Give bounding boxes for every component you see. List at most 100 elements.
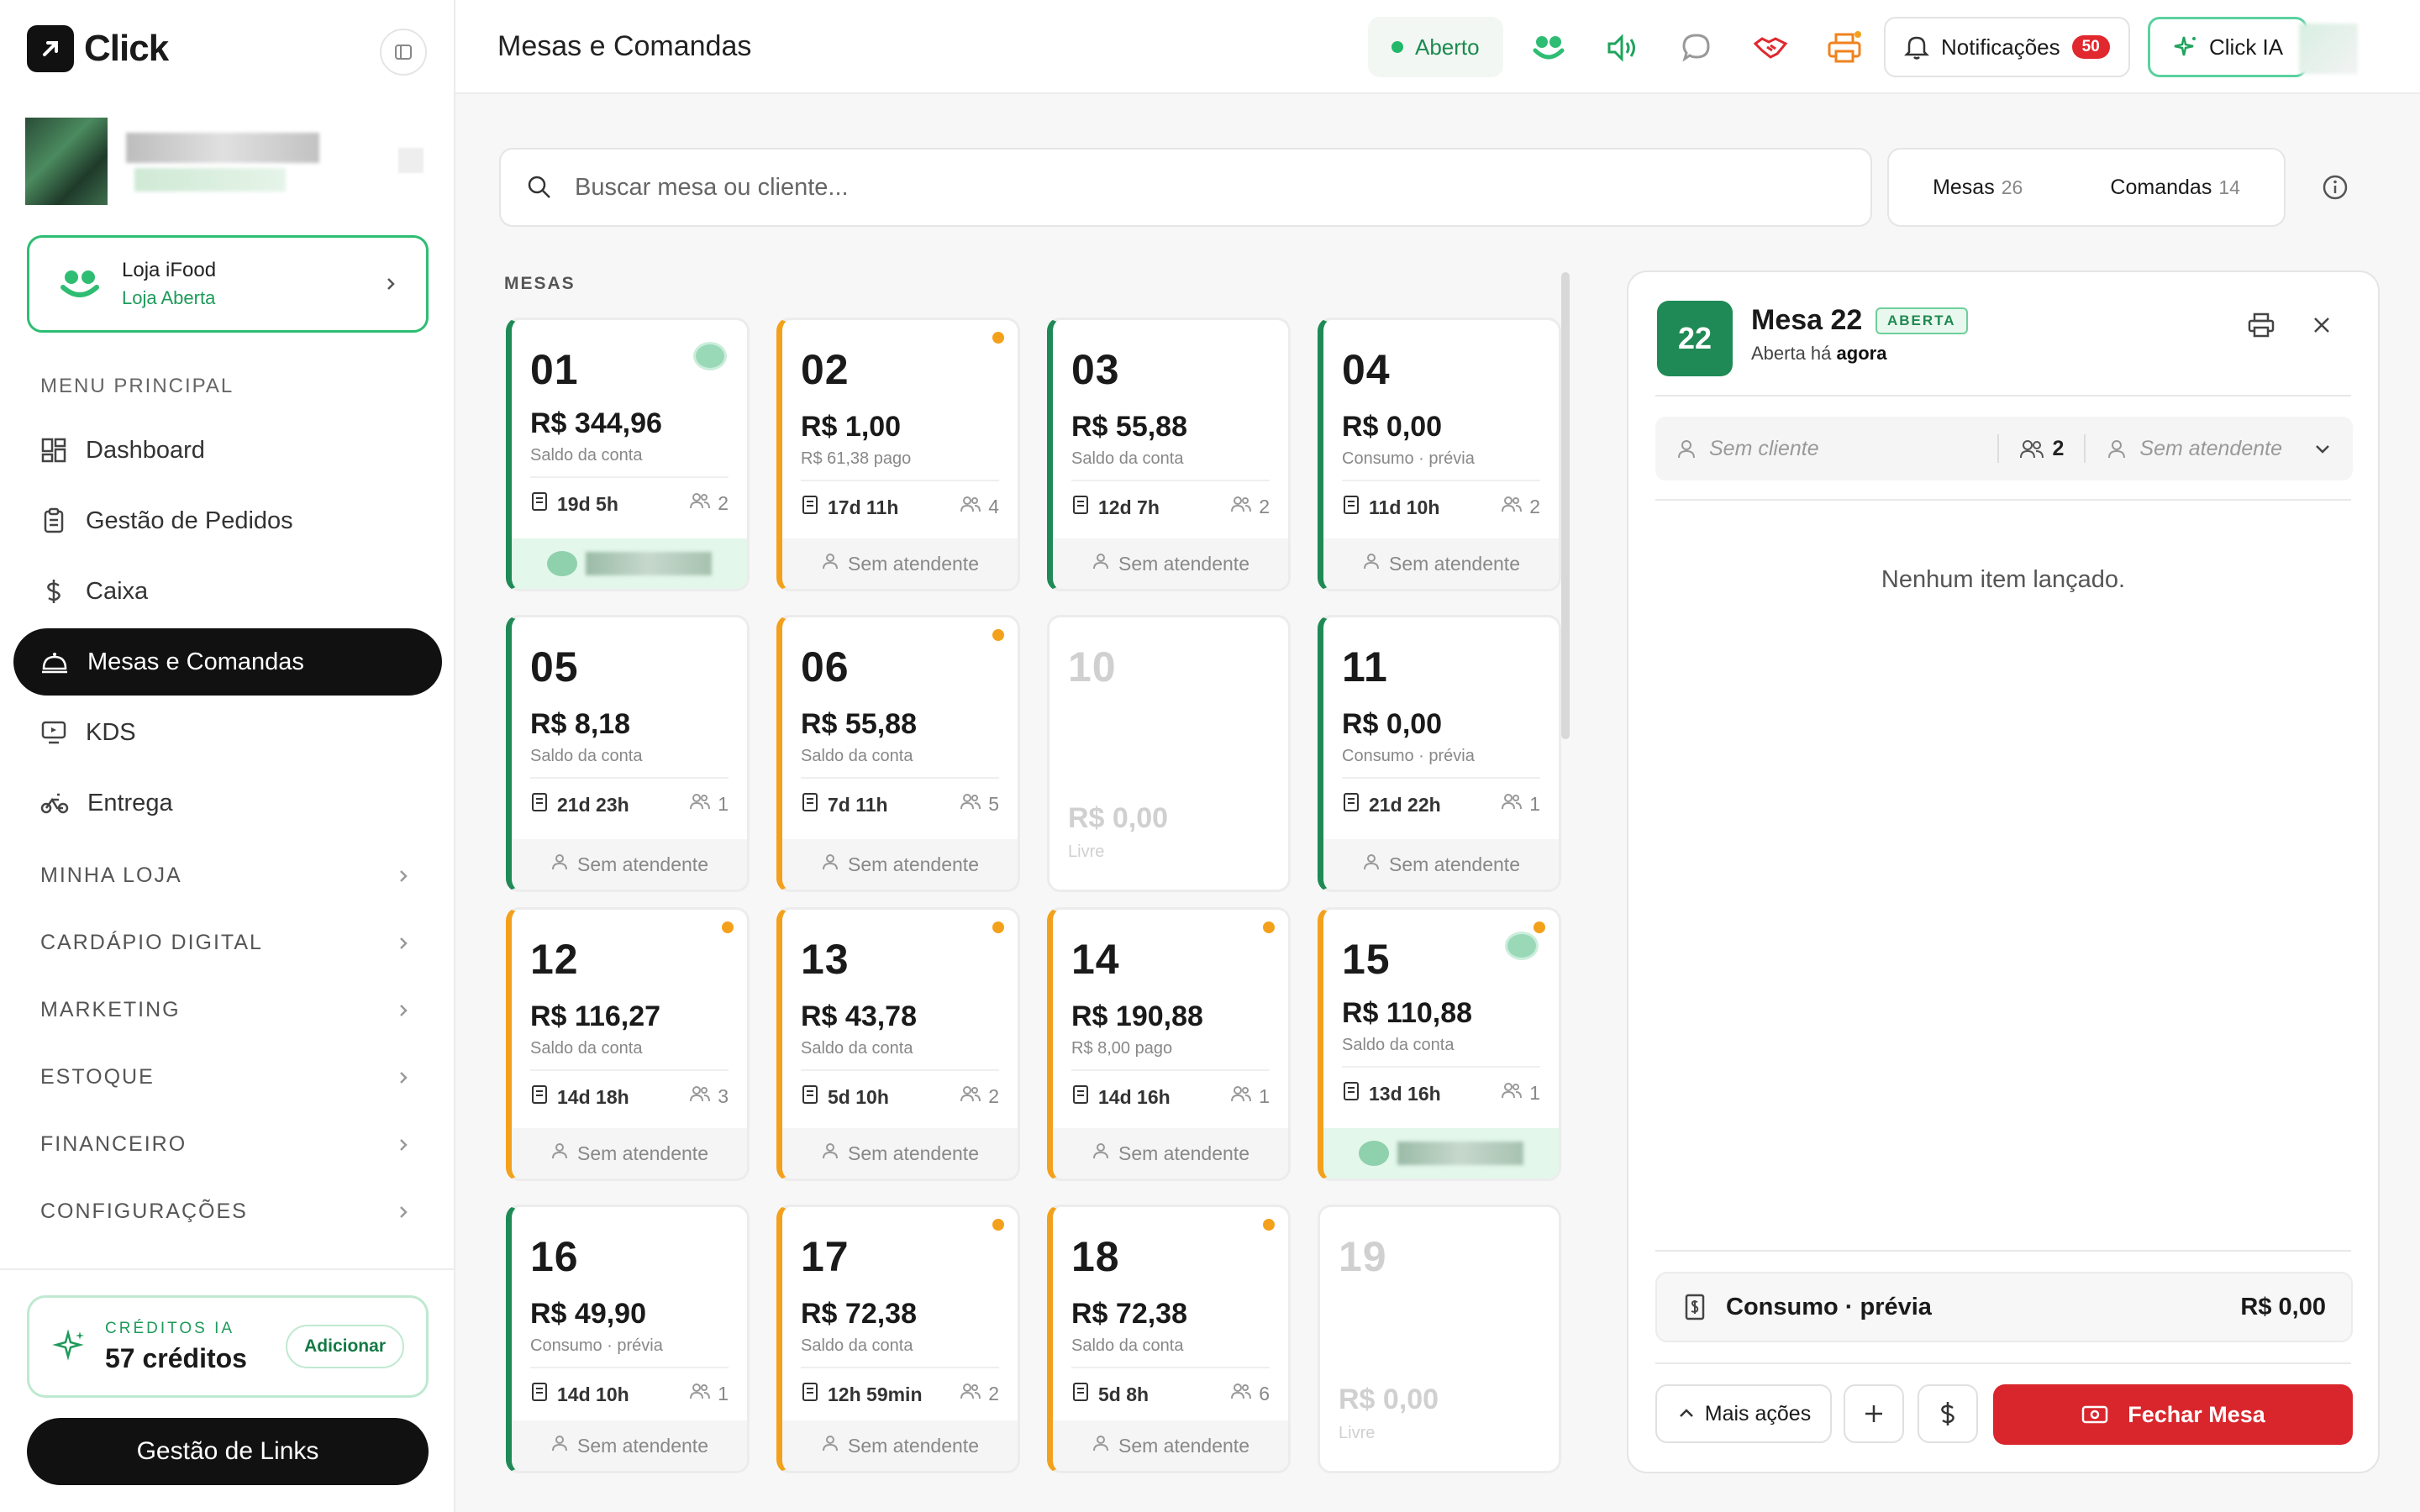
people-count[interactable]: 2: [2053, 437, 2065, 461]
chevron-right-icon: [387, 278, 395, 290]
table-card-13[interactable]: 13 R$ 43,78 Saldo da conta 5d 10h 2 Sem atend…: [776, 907, 1020, 1181]
attendant-label: Sem atendente: [576, 1142, 708, 1164]
add-item-button[interactable]: [1844, 1384, 1904, 1443]
table-amount-caption: Saldo da conta: [1071, 449, 1184, 468]
attendant-row[interactable]: Sem atendente: [1323, 538, 1559, 589]
sidebar-collapse-button[interactable]: [380, 29, 427, 76]
table-card-10[interactable]: 10 R$ 0,00 Livre: [1047, 615, 1291, 892]
card-divider: [1342, 777, 1540, 779]
table-card-17[interactable]: 17 R$ 72,38 Saldo da conta 12h 59min 2 Sem at…: [776, 1205, 1020, 1473]
pending-dot: [1263, 1219, 1275, 1231]
attendant-row[interactable]: Sem atendente: [1053, 1420, 1288, 1471]
table-card-11[interactable]: 11 R$ 0,00 Consumo · prévia 21d 22h 1 Sem ate…: [1318, 615, 1561, 892]
ifood-icon[interactable]: [1526, 25, 1571, 71]
attendant-row[interactable]: [512, 538, 747, 589]
users-icon: [689, 1084, 711, 1108]
attendant-row[interactable]: Sem atendente: [1053, 538, 1288, 589]
handshake-icon[interactable]: [1748, 25, 1793, 71]
table-card-19[interactable]: 19 R$ 0,00 Livre: [1318, 1205, 1561, 1473]
payment-button[interactable]: [1918, 1384, 1978, 1443]
more-actions-button[interactable]: Mais ações: [1655, 1384, 1832, 1443]
attendant-row[interactable]: Sem atendente: [1053, 1128, 1288, 1179]
chat-icon[interactable]: [1674, 25, 1719, 71]
table-amount: R$ 116,27: [530, 1000, 661, 1032]
notifications-button[interactable]: Notificações 50: [1884, 17, 2130, 77]
tab-count: 26: [2001, 176, 2023, 198]
attendant-row[interactable]: Sem atendente: [782, 1420, 1018, 1471]
printer-icon[interactable]: [1822, 25, 1867, 71]
attendant-row[interactable]: Sem atendente: [512, 839, 747, 890]
user-avatar[interactable]: [2299, 24, 2358, 74]
card-divider: [530, 476, 729, 478]
tab-mesas[interactable]: Mesas 26: [1933, 176, 2023, 200]
nav-item-kds[interactable]: KDS: [13, 699, 442, 766]
brand[interactable]: Click: [27, 25, 169, 72]
nav-item-dashboard[interactable]: Dashboard: [13, 417, 442, 484]
attendant-row[interactable]: Sem atendente: [782, 839, 1018, 890]
speaker-icon[interactable]: [1600, 25, 1645, 71]
sparkle-icon: [52, 1329, 84, 1361]
attendant-row[interactable]: Sem atendente: [782, 538, 1018, 589]
nav-item-orders[interactable]: Gestão de Pedidos: [13, 487, 442, 554]
table-card-12[interactable]: 12 R$ 116,27 Saldo da conta 14d 18h 3 Sem ate…: [506, 907, 750, 1181]
nav-group-stock[interactable]: ESTOQUE: [40, 1065, 410, 1089]
attendant-row[interactable]: Sem atendente: [1323, 839, 1559, 890]
user-icon: [821, 1434, 839, 1457]
elapsed-time: 11d 10h: [1342, 495, 1439, 520]
attendant-row[interactable]: [1323, 1128, 1559, 1179]
people-count: 6: [1230, 1382, 1270, 1405]
status-badge: ABERTA: [1876, 307, 1968, 334]
attendant-row[interactable]: Sem atendente: [782, 1128, 1018, 1179]
nav-group-my-store[interactable]: MINHA LOJA: [40, 864, 410, 888]
store-status-badge[interactable]: Aberto: [1368, 17, 1503, 77]
table-card-14[interactable]: 14 R$ 190,88 R$ 8,00 pago 14d 16h 1 Sem atend…: [1047, 907, 1291, 1181]
user-icon: [1092, 1434, 1110, 1457]
print-icon[interactable]: [2247, 311, 2275, 344]
nav-item-cashier[interactable]: Caixa: [13, 558, 442, 625]
attendant-label: Sem atendente: [576, 853, 708, 875]
table-card-02[interactable]: 02 R$ 1,00 R$ 61,38 pago 17d 11h 4 Sem atende…: [776, 318, 1020, 591]
table-number: 15: [1342, 936, 1391, 983]
table-card-01[interactable]: 01 R$ 344,96 Saldo da conta 19d 5h 2: [506, 318, 750, 591]
ifood-store-card[interactable]: Loja iFood Loja Aberta: [27, 235, 429, 333]
receipt-icon: [530, 1382, 549, 1407]
client-row[interactable]: Sem cliente 2 Sem atendente: [1655, 417, 2353, 480]
table-card-03[interactable]: 03 R$ 55,88 Saldo da conta 12d 7h 2 Sem atend…: [1047, 318, 1291, 591]
table-card-05[interactable]: 05 R$ 8,18 Saldo da conta 21d 23h 1 Sem atend…: [506, 615, 750, 892]
table-card-16[interactable]: 16 R$ 49,90 Consumo · prévia 14d 10h 1 Sem at…: [506, 1205, 750, 1473]
add-credits-button[interactable]: Adicionar: [286, 1325, 404, 1368]
table-card-04[interactable]: 04 R$ 0,00 Consumo · prévia 11d 10h 2 Sem ate…: [1318, 318, 1561, 591]
table-number-badge: 22: [1657, 301, 1733, 376]
store-menu-icon[interactable]: [398, 148, 424, 173]
attendant-row[interactable]: Sem atendente: [512, 1420, 747, 1471]
table-amount: R$ 55,88: [1071, 411, 1187, 443]
people-count: 1: [1501, 792, 1540, 816]
table-card-18[interactable]: 18 R$ 72,38 Saldo da conta 5d 8h 6 Sem atende…: [1047, 1205, 1291, 1473]
user-icon: [821, 552, 839, 575]
info-icon[interactable]: [2321, 173, 2349, 206]
nav-item-delivery[interactable]: Entrega: [13, 769, 442, 837]
search-bar[interactable]: Buscar mesa ou cliente...: [499, 148, 1872, 227]
table-card-06[interactable]: 06 R$ 55,88 Saldo da conta 7d 11h 5 Sem atend…: [776, 615, 1020, 892]
table-card-15[interactable]: 15 R$ 110,88 Saldo da conta 13d 16h 1: [1318, 907, 1561, 1181]
store-avatar[interactable]: [25, 118, 108, 205]
attendant-row[interactable]: Sem atendente: [512, 1128, 747, 1179]
nav-item-tables[interactable]: Mesas e Comandas: [13, 628, 442, 696]
scrollbar[interactable]: [1561, 272, 1570, 739]
nav-group-digital-menu[interactable]: CARDÁPIO DIGITAL: [40, 931, 410, 955]
receipt-icon: [1071, 1084, 1090, 1110]
search-input[interactable]: Buscar mesa ou cliente...: [575, 174, 849, 202]
close-table-button[interactable]: Fechar Mesa: [1993, 1384, 2353, 1445]
click-ia-button[interactable]: Click IA: [2148, 17, 2308, 77]
client-input[interactable]: Sem cliente: [1709, 437, 1819, 461]
nav-group-marketing[interactable]: MARKETING: [40, 998, 410, 1022]
nav-group-settings[interactable]: CONFIGURAÇÕES: [40, 1200, 410, 1224]
links-management-button[interactable]: Gestão de Links: [27, 1418, 429, 1485]
divider: [1655, 1250, 2351, 1252]
nav-group-financial[interactable]: FINANCEIRO: [40, 1132, 410, 1157]
elapsed-time: 13d 16h: [1342, 1081, 1441, 1106]
tab-comandas[interactable]: Comandas 14: [2110, 176, 2240, 200]
attendant-select[interactable]: Sem atendente: [2139, 437, 2282, 461]
close-icon[interactable]: [2307, 311, 2336, 344]
chevron-down-icon[interactable]: [2312, 438, 2333, 459]
